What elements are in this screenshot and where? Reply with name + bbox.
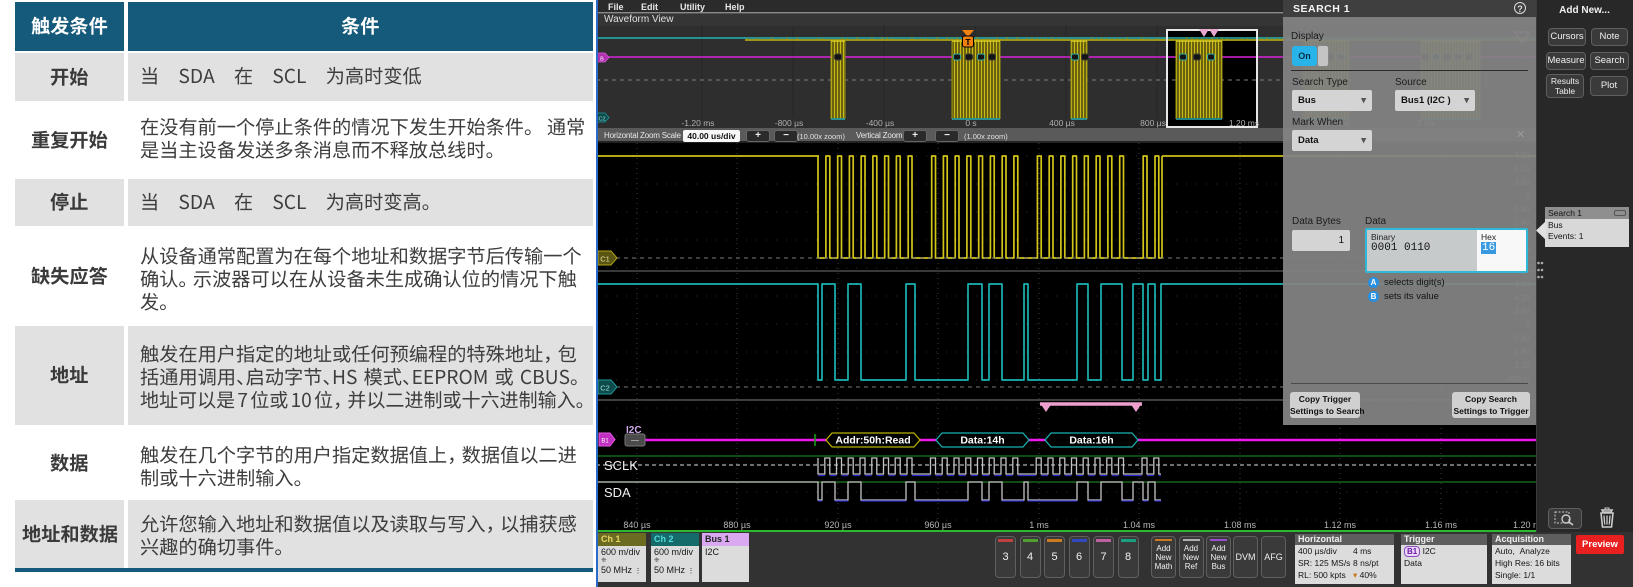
- svg-text:800 µs: 800 µs: [1140, 118, 1166, 128]
- svg-text:SCLK: SCLK: [604, 458, 638, 473]
- svg-text:1.04 ms: 1.04 ms: [1123, 520, 1156, 530]
- svg-text:1.12 ms: 1.12 ms: [1324, 520, 1357, 530]
- svg-text:-800 µs: -800 µs: [775, 118, 804, 128]
- svg-text:B: B: [600, 57, 604, 63]
- svg-text:1.08 ms: 1.08 ms: [1224, 520, 1257, 530]
- svg-text:B1: B1: [601, 439, 609, 445]
- svg-text:400 µs: 400 µs: [1049, 118, 1075, 128]
- svg-text:920 µs: 920 µs: [824, 520, 852, 530]
- svg-text:1 ms: 1 ms: [1029, 520, 1049, 530]
- svg-text:Data:14h: Data:14h: [960, 435, 1004, 447]
- svg-text:880 µs: 880 µs: [723, 520, 751, 530]
- svg-text:1.20 ms: 1.20 ms: [1513, 520, 1536, 530]
- svg-text:—: —: [631, 436, 639, 445]
- svg-text:C1: C1: [600, 255, 610, 264]
- svg-text:SDA: SDA: [604, 485, 631, 500]
- svg-text:-400 µs: -400 µs: [866, 118, 895, 128]
- svg-text:840 µs: 840 µs: [623, 520, 651, 530]
- svg-text:C2: C2: [598, 117, 605, 123]
- svg-text:T: T: [965, 37, 971, 47]
- svg-text:1.20 ms: 1.20 ms: [1229, 118, 1259, 128]
- svg-text:Data:16h: Data:16h: [1069, 435, 1113, 447]
- svg-text:C2: C2: [600, 384, 610, 393]
- svg-text:960 µs: 960 µs: [924, 520, 952, 530]
- svg-text:0 s: 0 s: [965, 118, 976, 128]
- svg-text:Addr:50h:Read: Addr:50h:Read: [835, 435, 910, 447]
- svg-text:-1.20 ms: -1.20 ms: [681, 118, 714, 128]
- svg-text:1.16 ms: 1.16 ms: [1425, 520, 1458, 530]
